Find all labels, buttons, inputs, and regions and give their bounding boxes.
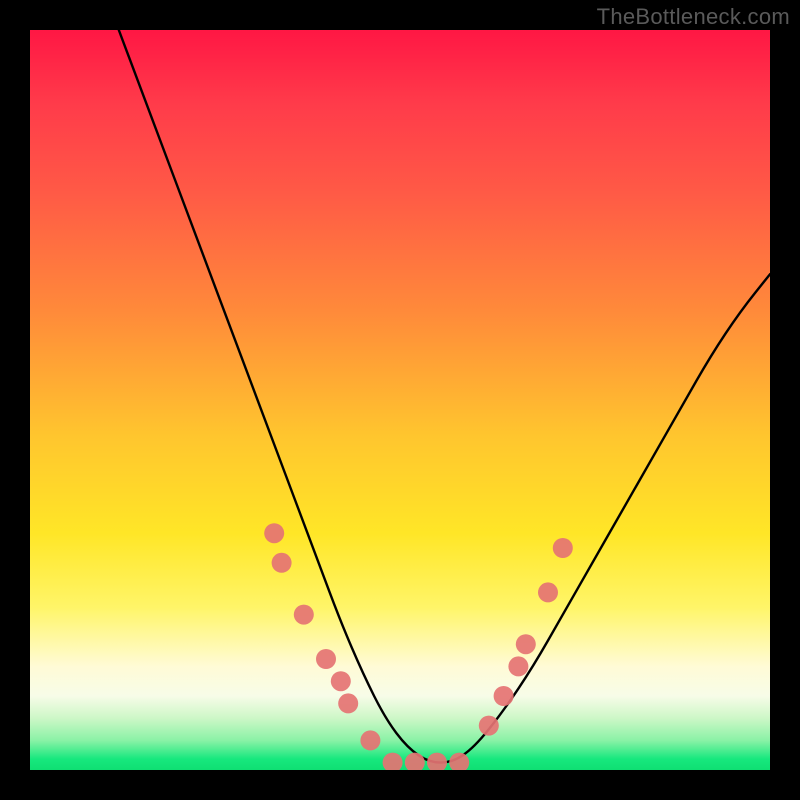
curve-marker xyxy=(294,605,314,625)
curve-marker xyxy=(316,649,336,669)
curve-marker xyxy=(383,753,403,770)
curve-marker xyxy=(405,753,425,770)
chart-frame: TheBottleneck.com xyxy=(0,0,800,800)
curve-marker xyxy=(331,671,351,691)
curve-marker xyxy=(508,656,528,676)
curve-marker xyxy=(553,538,573,558)
curve-marker xyxy=(427,753,447,770)
curve-marker xyxy=(538,582,558,602)
curve-marker xyxy=(494,686,514,706)
chart-svg xyxy=(30,30,770,770)
curve-marker xyxy=(449,753,469,770)
curve-marker xyxy=(338,693,358,713)
curve-marker xyxy=(479,716,499,736)
curve-marker xyxy=(360,730,380,750)
curve-marker xyxy=(264,523,284,543)
watermark-text: TheBottleneck.com xyxy=(597,4,790,30)
curve-marker xyxy=(516,634,536,654)
curve-marker xyxy=(272,553,292,573)
plot-area xyxy=(30,30,770,770)
curve-markers xyxy=(264,523,573,770)
bottleneck-curve xyxy=(119,30,770,763)
